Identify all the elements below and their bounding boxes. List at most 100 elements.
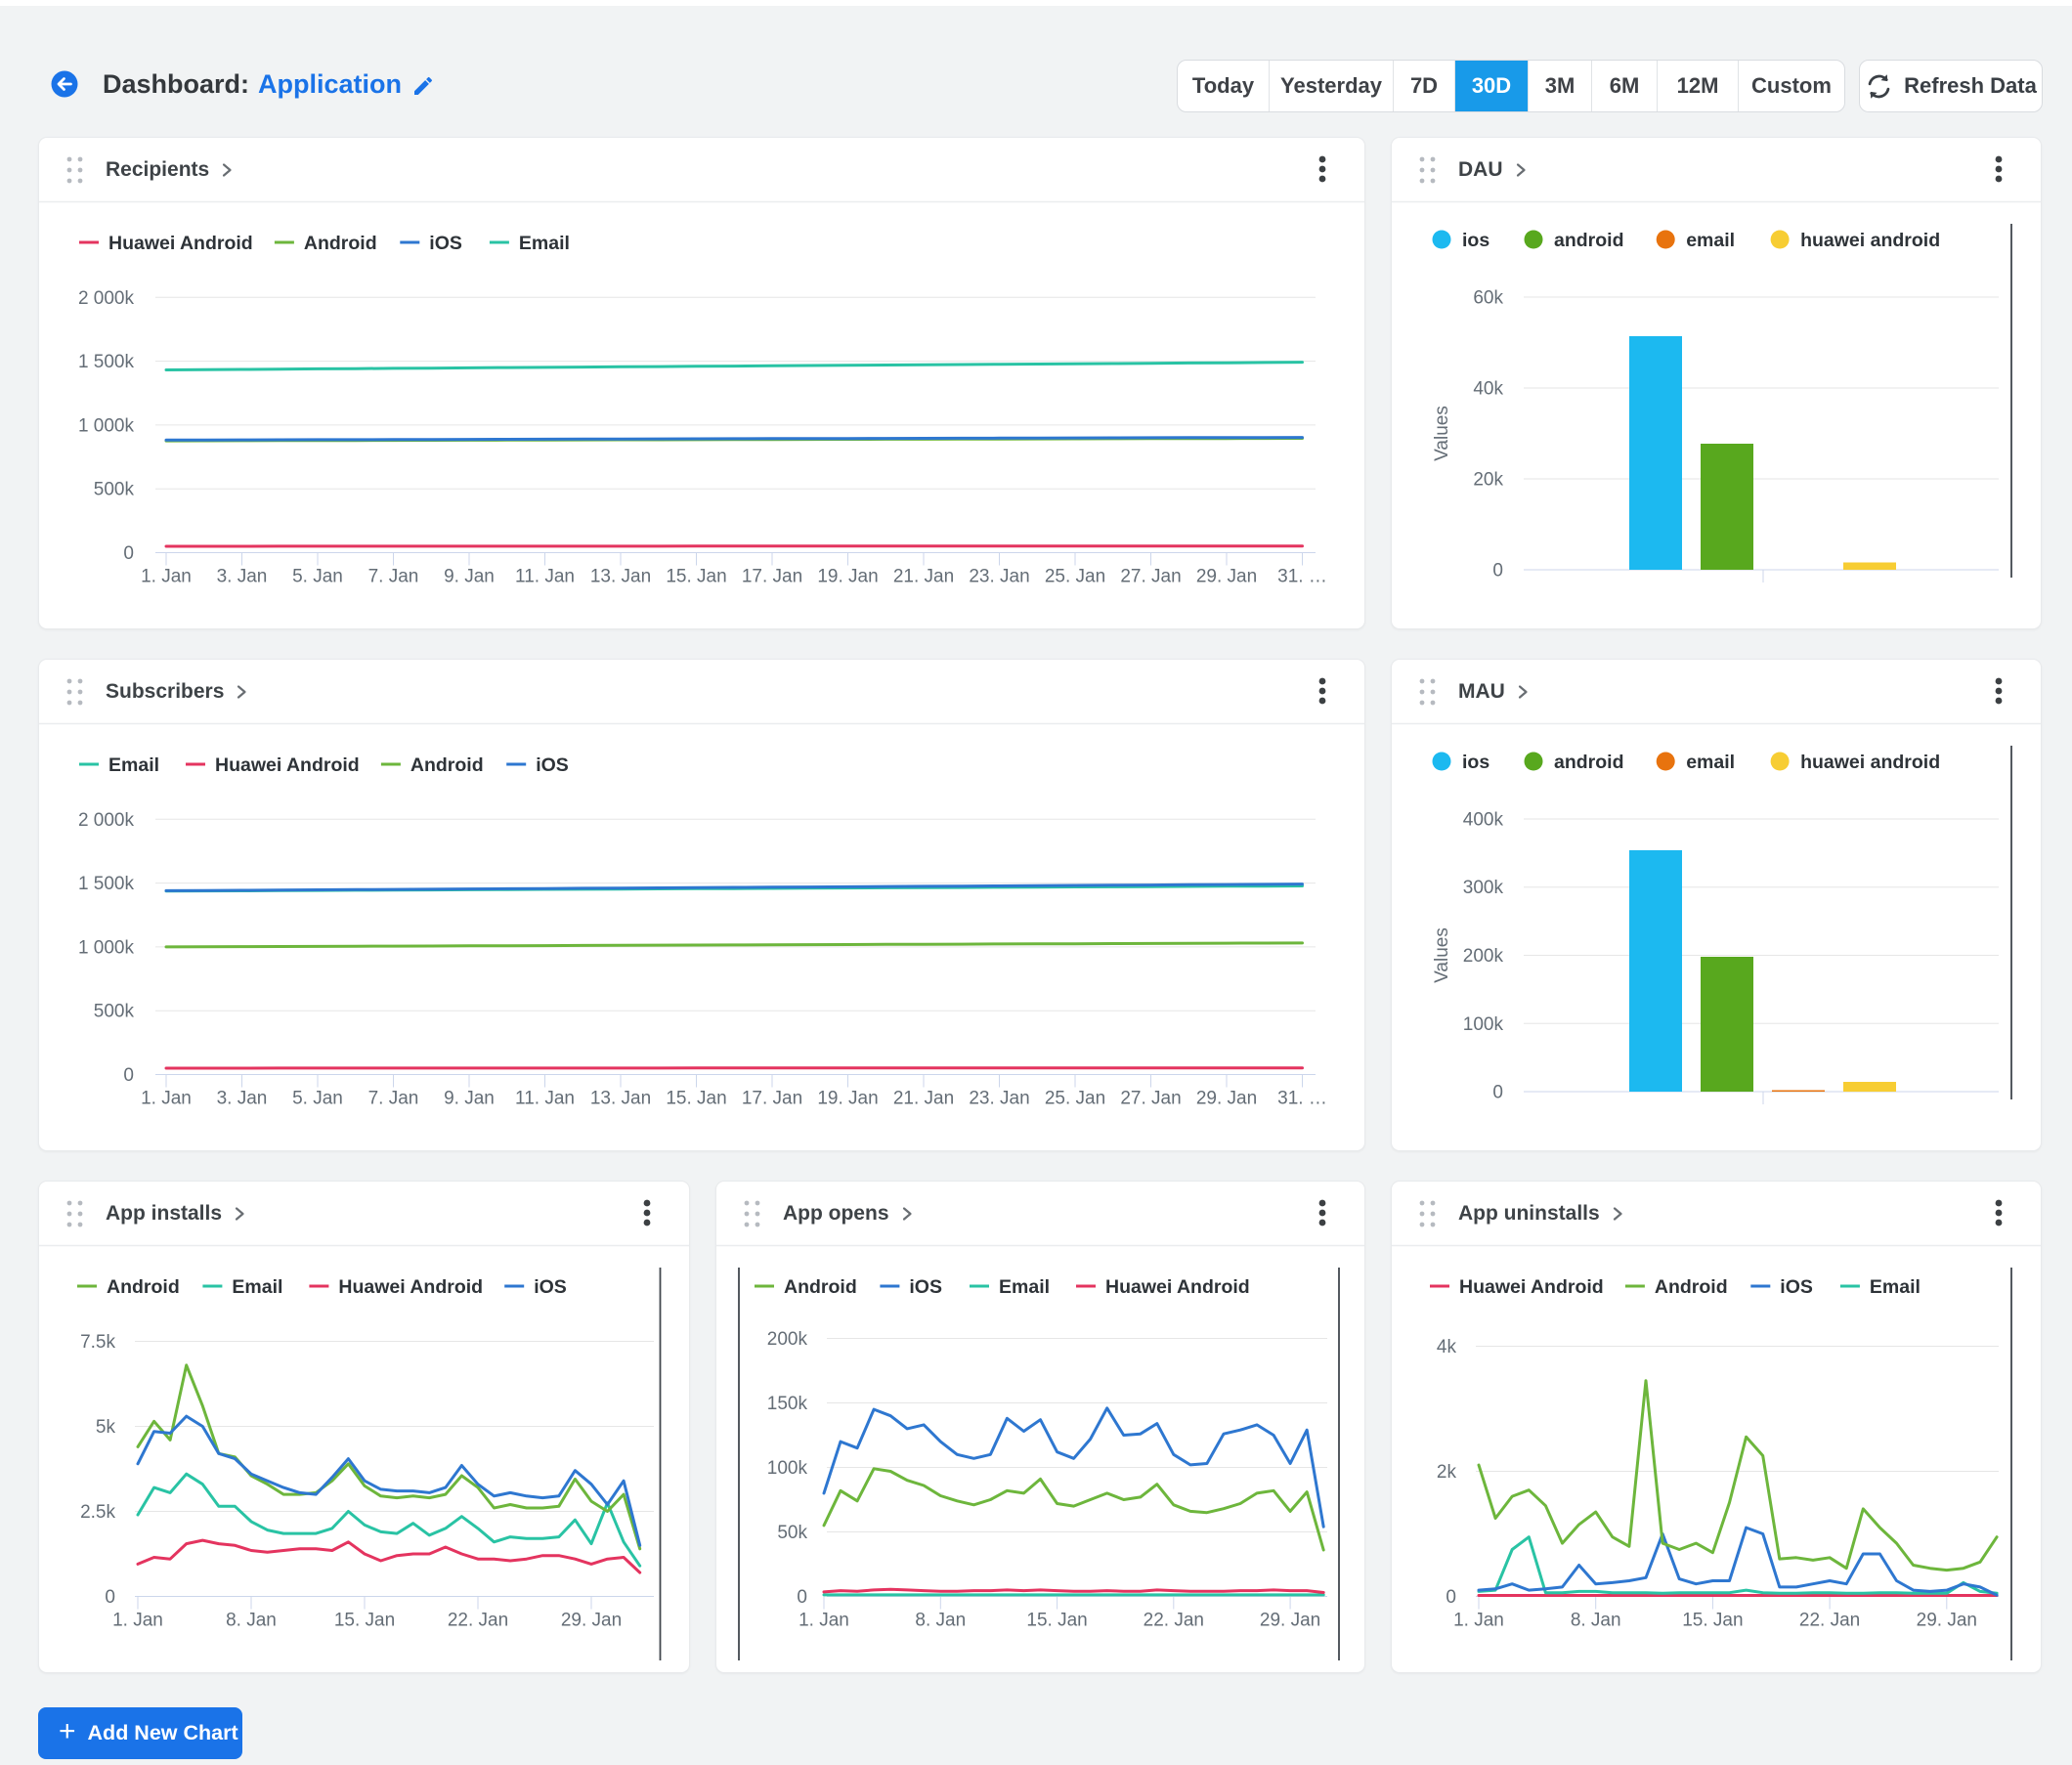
svg-text:1. Jan: 1. Jan [141,567,192,587]
svg-text:1 000k: 1 000k [78,937,135,958]
svg-text:25. Jan: 25. Jan [1045,1089,1105,1109]
svg-text:8. Jan: 8. Jan [915,1611,966,1631]
svg-text:Email: Email [108,754,159,776]
svg-text:200k: 200k [1463,946,1504,967]
svg-text:9. Jan: 9. Jan [444,567,495,587]
svg-text:15. Jan: 15. Jan [666,1089,726,1109]
svg-text:Android: Android [784,1276,857,1298]
svg-text:4k: 4k [1437,1337,1457,1357]
svg-text:iOS: iOS [534,1276,567,1298]
svg-text:21. Jan: 21. Jan [893,1089,954,1109]
svg-text:0: 0 [123,1065,134,1086]
svg-text:13. Jan: 13. Jan [590,567,651,587]
svg-text:29. Jan: 29. Jan [1196,1089,1257,1109]
svg-text:40k: 40k [1473,379,1503,400]
svg-text:Email: Email [519,233,570,254]
svg-text:1. Jan: 1. Jan [799,1611,849,1631]
svg-text:15. Jan: 15. Jan [1026,1611,1087,1631]
svg-text:1. Jan: 1. Jan [112,1611,163,1631]
svg-text:Huawei Android: Huawei Android [108,233,253,254]
svg-text:21. Jan: 21. Jan [893,567,954,587]
svg-text:27. Jan: 27. Jan [1120,567,1181,587]
svg-text:2k: 2k [1437,1462,1457,1483]
svg-text:23. Jan: 23. Jan [969,567,1029,587]
svg-text:29. Jan: 29. Jan [1196,567,1257,587]
svg-text:400k: 400k [1463,810,1504,831]
svg-text:Huawei Android: Huawei Android [1459,1276,1604,1298]
svg-text:0: 0 [1492,561,1503,581]
svg-text:3. Jan: 3. Jan [217,567,268,587]
svg-text:19. Jan: 19. Jan [817,567,878,587]
svg-text:iOS: iOS [429,233,462,254]
svg-text:iOS: iOS [536,754,569,776]
svg-text:8. Jan: 8. Jan [226,1611,277,1631]
svg-text:22. Jan: 22. Jan [448,1611,508,1631]
svg-text:Email: Email [1870,1276,1921,1298]
svg-text:22. Jan: 22. Jan [1144,1611,1204,1631]
svg-text:0: 0 [1492,1083,1503,1103]
svg-text:1 500k: 1 500k [78,874,135,894]
svg-text:5. Jan: 5. Jan [292,567,343,587]
svg-text:email: email [1686,752,1735,773]
svg-text:0: 0 [1446,1587,1456,1608]
svg-text:500k: 500k [94,1002,135,1022]
svg-text:0: 0 [123,543,134,564]
svg-text:200k: 200k [767,1329,808,1350]
svg-text:5. Jan: 5. Jan [292,1089,343,1109]
svg-text:11. Jan: 11. Jan [515,567,575,587]
svg-text:Values: Values [1432,927,1452,983]
svg-text:0: 0 [105,1587,115,1608]
svg-text:15. Jan: 15. Jan [666,567,726,587]
svg-text:60k: 60k [1473,288,1503,309]
svg-text:ios: ios [1462,752,1489,773]
svg-text:Android: Android [1655,1276,1728,1298]
svg-text:15. Jan: 15. Jan [1682,1611,1743,1631]
svg-text:50k: 50k [777,1523,807,1543]
svg-text:1. Jan: 1. Jan [141,1089,192,1109]
svg-text:iOS: iOS [909,1276,942,1298]
svg-text:17. Jan: 17. Jan [742,567,802,587]
svg-text:email: email [1686,230,1735,251]
svg-text:8. Jan: 8. Jan [1571,1611,1621,1631]
svg-text:2.5k: 2.5k [80,1502,115,1523]
svg-text:20k: 20k [1473,470,1503,491]
svg-text:iOS: iOS [1780,1276,1813,1298]
svg-text:Android: Android [304,233,377,254]
svg-text:1 000k: 1 000k [78,415,135,436]
svg-text:17. Jan: 17. Jan [742,1089,802,1109]
svg-text:ios: ios [1462,230,1489,251]
svg-text:Android: Android [410,754,484,776]
svg-text:5k: 5k [96,1417,116,1438]
svg-text:Email: Email [232,1276,282,1298]
svg-text:Huawei Android: Huawei Android [215,754,360,776]
svg-text:15. Jan: 15. Jan [334,1611,395,1631]
svg-text:9. Jan: 9. Jan [444,1089,495,1109]
svg-text:android: android [1554,752,1624,773]
svg-text:300k: 300k [1463,878,1504,898]
svg-text:19. Jan: 19. Jan [817,1089,878,1109]
svg-text:150k: 150k [767,1394,808,1414]
svg-text:Huawei Android: Huawei Android [338,1276,483,1298]
svg-text:100k: 100k [767,1458,808,1479]
svg-text:22. Jan: 22. Jan [1799,1611,1860,1631]
svg-text:25. Jan: 25. Jan [1045,567,1105,587]
svg-text:13. Jan: 13. Jan [590,1089,651,1109]
svg-text:2 000k: 2 000k [78,810,135,831]
svg-text:3. Jan: 3. Jan [217,1089,268,1109]
svg-text:Values: Values [1432,406,1452,461]
svg-text:29. Jan: 29. Jan [1917,1611,1977,1631]
svg-text:11. Jan: 11. Jan [515,1089,575,1109]
svg-text:23. Jan: 23. Jan [969,1089,1029,1109]
svg-text:2 000k: 2 000k [78,288,135,309]
svg-text:500k: 500k [94,480,135,500]
svg-text:huawei android: huawei android [1800,230,1940,251]
svg-text:Huawei Android: Huawei Android [1105,1276,1250,1298]
svg-text:31. …: 31. … [1277,567,1327,587]
svg-text:Email: Email [999,1276,1050,1298]
svg-text:100k: 100k [1463,1014,1504,1035]
svg-text:29. Jan: 29. Jan [561,1611,622,1631]
svg-text:android: android [1554,230,1624,251]
svg-text:huawei android: huawei android [1800,752,1940,773]
svg-text:31. …: 31. … [1277,1089,1327,1109]
svg-text:29. Jan: 29. Jan [1260,1611,1320,1631]
